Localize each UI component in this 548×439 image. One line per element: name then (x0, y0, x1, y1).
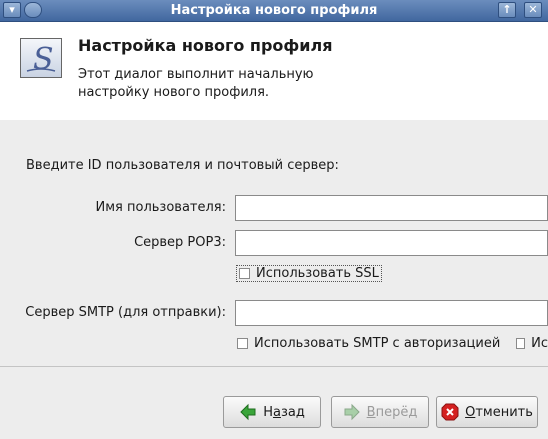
cancel-button[interactable]: Отменить (436, 396, 538, 428)
profile-logo-icon: S (20, 38, 62, 78)
cancel-button-label: Отменить (465, 404, 533, 420)
smtp-server-field[interactable] (235, 300, 548, 326)
back-button-label: Назад (263, 404, 305, 420)
username-field[interactable] (235, 195, 548, 221)
extra-checkbox[interactable] (516, 338, 526, 349)
back-button[interactable]: Назад (223, 396, 321, 428)
arrow-up-icon: ↑ (502, 3, 512, 16)
arrow-left-icon (240, 403, 256, 421)
window-titlebar[interactable]: ▾ Настройка нового профиля ↑ ✕ (0, 0, 548, 22)
dialog-body: S Настройка нового профиля Этот диалог в… (0, 22, 548, 439)
cancel-icon (441, 403, 459, 421)
arrow-right-icon (344, 403, 360, 421)
svg-text:S: S (33, 42, 54, 77)
page-title: Настройка нового профиля (78, 36, 333, 55)
close-window-button[interactable]: ✕ (524, 2, 542, 18)
pop3-server-field[interactable] (235, 230, 548, 256)
dialog-header: S Настройка нового профиля Этот диалог в… (0, 22, 548, 120)
button-separator (0, 366, 548, 367)
keep-above-button[interactable]: ↑ (498, 2, 516, 18)
extra-checkbox-label: Ис (531, 336, 548, 351)
smtp-auth-label: Использовать SMTP с авторизацией (254, 336, 501, 351)
header-description: Этот диалог выполнит начальную настройку… (78, 67, 314, 100)
window-title: Настройка нового профиля (170, 3, 378, 18)
close-icon: ✕ (528, 3, 538, 16)
username-label: Имя пользователя: (95, 200, 226, 215)
forward-button[interactable]: Вперёд (331, 396, 429, 428)
forward-button-label: Вперёд (366, 404, 418, 420)
pop3-label: Сервер POP3: (134, 235, 226, 250)
smtp-auth-checkbox[interactable] (237, 338, 248, 349)
ssl-checkbox-label: Использовать SSL (256, 266, 379, 281)
smtp-label: Сервер SMTP (для отправки): (25, 305, 226, 320)
form-prompt: Введите ID пользователя и почтовый серве… (26, 158, 339, 173)
ssl-checkbox-row[interactable]: Использовать SSL (236, 265, 382, 282)
ssl-checkbox[interactable] (239, 268, 250, 279)
smtp-auth-checkbox-row[interactable]: Использовать SMTP с авторизацией (237, 336, 500, 351)
extra-checkbox-row[interactable]: Ис (516, 336, 548, 351)
